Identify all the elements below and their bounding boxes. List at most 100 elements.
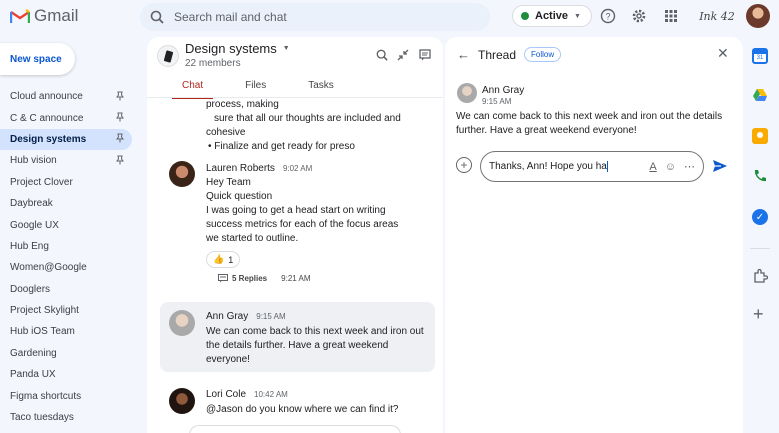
chat-compose-box[interactable] — [189, 425, 401, 433]
sidebar-item-space[interactable]: Taco tuesdays — [0, 407, 132, 428]
svg-text:?: ? — [605, 12, 610, 22]
addons-puzzle-icon[interactable] — [753, 268, 768, 283]
sidebar-item-space[interactable]: Hub iOS Team — [0, 321, 132, 342]
message-line: I was going to get a head start on writi… — [206, 205, 386, 216]
message-lori: Lori Cole 10:42 AM @Jason do you know whe… — [206, 389, 398, 417]
lauren-avatar[interactable] — [169, 161, 195, 187]
message-line: We can come back to this next week and i… — [206, 326, 424, 337]
sidebar-item-label: Figma shortcuts — [10, 390, 82, 402]
new-space-button[interactable]: New space — [0, 43, 75, 75]
chevron-down-icon: ▼ — [574, 12, 581, 20]
sidebar-item-label: Gardening — [10, 347, 57, 359]
text-format-icon[interactable]: A — [649, 161, 656, 173]
reactions-row: 👍 1 — [206, 251, 398, 268]
follow-button[interactable]: Follow — [524, 47, 562, 62]
message-ann[interactable]: Ann Gray 9:15 AM We can come back to this… — [206, 311, 424, 367]
space-title: Design systems — [185, 41, 277, 56]
account-avatar[interactable] — [746, 4, 770, 28]
thumbs-up-emoji: 👍 — [213, 254, 225, 264]
reply-input[interactable]: Thanks, Ann! Hope you ha A ☺ ⋯ — [480, 151, 704, 182]
message-time: 9:02 AM — [282, 164, 313, 173]
message-line: everyone! — [206, 354, 250, 365]
sidebar-item-space[interactable]: Google UX — [0, 214, 132, 235]
reaction-count: 1 — [228, 254, 234, 265]
message-time: 9:15 AM — [482, 97, 512, 106]
add-attachment-icon[interactable]: + — [456, 157, 472, 173]
thumbs-up-reaction[interactable]: 👍 1 — [206, 251, 241, 268]
message-time: 9:15 AM — [256, 312, 286, 321]
chevron-down-icon: ▼ — [282, 45, 290, 52]
collapse-arrows-icon[interactable] — [395, 47, 411, 63]
space-chat-panel: Design systems ▼ 22 members Chat Files T… — [147, 37, 443, 433]
calendar-icon[interactable]: 31 — [752, 48, 768, 64]
thread-replies-link[interactable]: 5 Replies 9:21 AM — [206, 274, 398, 283]
sidebar-item-label: Taco tuesdays — [10, 412, 74, 424]
app-name: Gmail — [34, 6, 79, 25]
pin-icon[interactable] — [116, 112, 124, 124]
status-dropdown[interactable]: Active ▼ — [512, 5, 592, 27]
sidebar-item-space[interactable]: Women@Google — [0, 257, 132, 278]
sidebar-item-space[interactable]: Cloud announce — [0, 86, 132, 107]
sidebar-item-space[interactable]: Gardening — [0, 343, 132, 364]
send-icon[interactable] — [712, 158, 728, 174]
sidebar-item-space[interactable]: C & C announce — [0, 107, 132, 128]
message-line: further. Have a great weekend everyone! — [456, 125, 637, 136]
sidebar-item-space[interactable]: Project Clover — [0, 172, 132, 193]
sidebar-item-space[interactable]: Daybreak — [0, 193, 132, 214]
pin-icon[interactable] — [116, 133, 124, 145]
keep-icon[interactable] — [752, 128, 768, 144]
message-line: process, making — [206, 99, 279, 110]
message-body: We can come back to this next week and i… — [206, 325, 424, 367]
search-icon — [150, 10, 164, 24]
ann-avatar[interactable] — [169, 310, 195, 336]
sidebar-item-label: Hub Eng — [10, 240, 49, 252]
tasks-check-icon[interactable]: ✓ — [752, 209, 768, 225]
sidebar-item-space[interactable]: Dooglers — [0, 279, 132, 300]
sender-name: Ann Gray — [482, 85, 525, 96]
message-line: We can come back to this next week and i… — [456, 111, 723, 122]
drive-icon[interactable] — [752, 88, 768, 102]
add-addon-icon[interactable]: + — [753, 305, 764, 323]
replies-icon — [218, 274, 228, 283]
ann-avatar[interactable] — [457, 83, 477, 103]
sidebar-item-label: Panda UX — [10, 369, 56, 381]
message-line: we started to outline. — [206, 233, 299, 244]
meet-phone-icon[interactable] — [752, 168, 768, 184]
sidebar-item-space[interactable]: Project Skylight — [0, 300, 132, 321]
thread-list-icon[interactable] — [417, 47, 433, 63]
close-icon[interactable]: ✕ — [717, 45, 729, 62]
replies-count: 5 Replies — [232, 274, 268, 283]
thread-panel: ← Thread Follow ✕ Ann Gray 9:15 AM We ca… — [445, 37, 743, 433]
sidebar-item-space[interactable]: Figma shortcuts — [0, 385, 132, 406]
apps-grid-icon[interactable] — [661, 6, 681, 26]
pin-icon[interactable] — [116, 91, 124, 103]
account-org-badge[interactable]: Ink 42 — [693, 4, 741, 28]
space-title-dropdown[interactable]: Design systems ▼ — [185, 41, 290, 56]
sidebar-item-label: Daybreak — [10, 198, 53, 210]
sidebar-item-space[interactable]: Hub vision — [0, 150, 132, 171]
more-options-icon[interactable]: ⋯ — [684, 160, 695, 173]
emoji-icon[interactable]: ☺ — [665, 161, 676, 173]
message-line: sure that all our thoughts are included … — [214, 113, 401, 124]
search-icon[interactable] — [374, 47, 390, 63]
sidebar-item-label: Project Skylight — [10, 305, 79, 317]
message-header: Ann Gray 9:15 AM — [206, 311, 424, 322]
lori-avatar[interactable] — [169, 388, 195, 414]
sender-name: Lori Cole — [206, 389, 247, 400]
member-count[interactable]: 22 members — [185, 58, 241, 69]
search-bar[interactable]: Search mail and chat — [140, 3, 490, 31]
sidebar-item-label: C & C announce — [10, 112, 84, 124]
gmail-logo[interactable]: Gmail — [10, 6, 78, 26]
sidebar-item-space[interactable]: Hub Eng — [0, 236, 132, 257]
sidebar-item-label: Project Clover — [10, 176, 73, 188]
help-icon[interactable]: ? — [598, 6, 618, 26]
pin-icon[interactable] — [116, 155, 124, 167]
space-avatar-icon — [157, 45, 179, 67]
sidebar-item-space[interactable]: Design systems — [0, 128, 132, 151]
back-arrow-icon[interactable]: ← — [457, 47, 470, 62]
message-line: the details further. Have a great weeken… — [206, 340, 389, 351]
reply-input-text[interactable]: Thanks, Ann! Hope you ha — [489, 160, 641, 172]
sidebar-item-space[interactable]: Panda UX — [0, 364, 132, 385]
message-bullet: • Finalize and get ready for preso — [208, 141, 355, 152]
settings-gear-icon[interactable] — [629, 6, 649, 26]
